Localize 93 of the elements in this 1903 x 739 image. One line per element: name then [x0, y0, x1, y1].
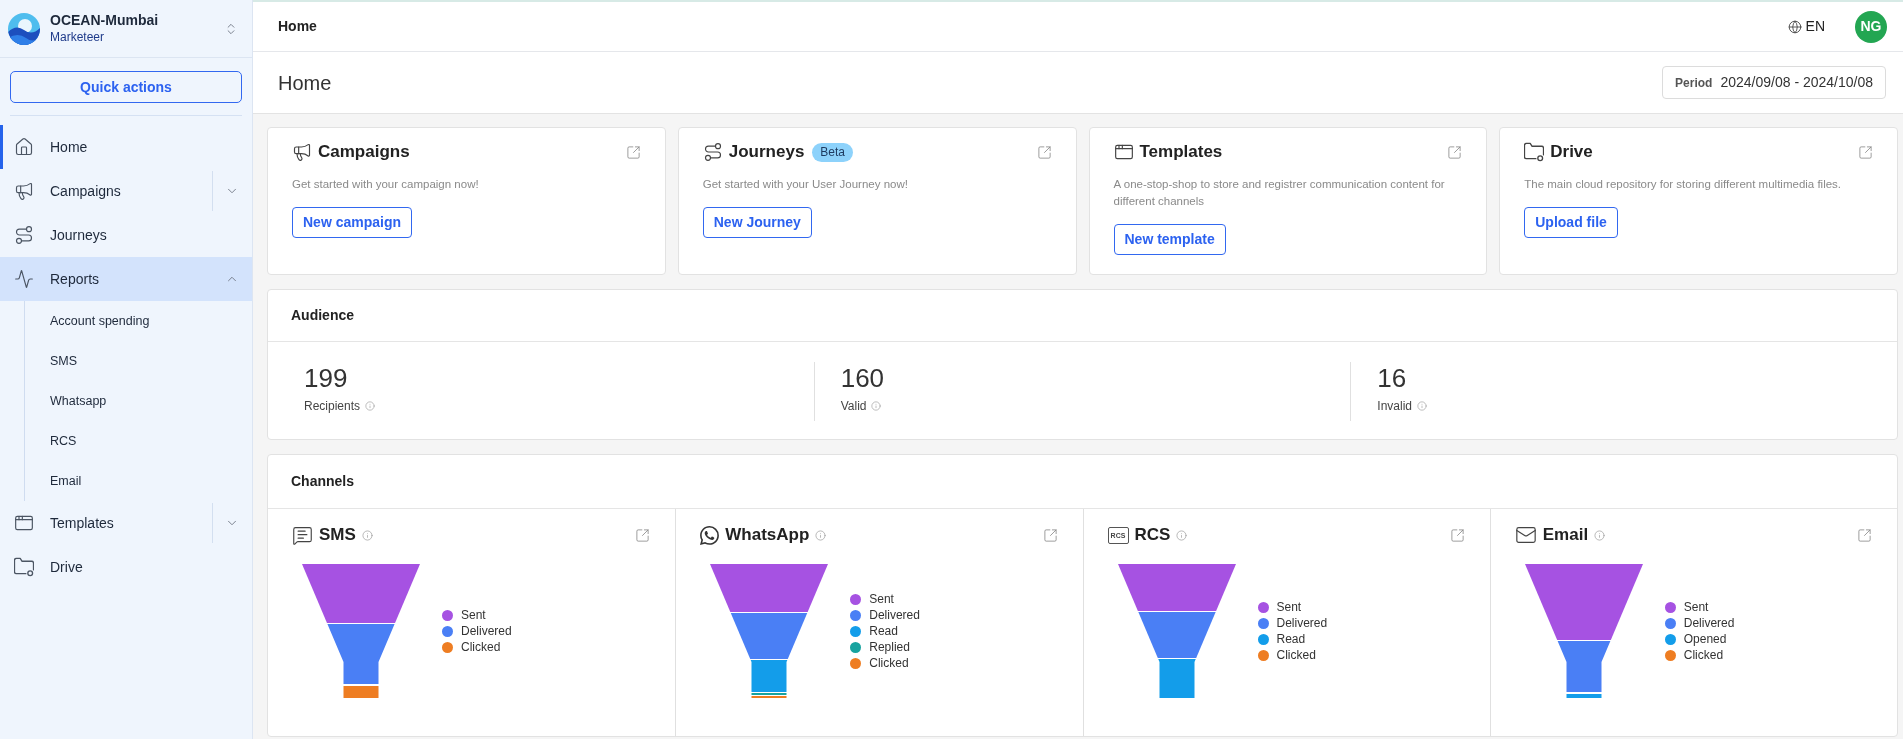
stat-value: 199 [304, 362, 348, 394]
nav-subitem[interactable]: Email [25, 461, 252, 501]
external-link-icon[interactable] [1449, 527, 1465, 543]
legend-label: Sent [461, 607, 486, 624]
nav-item[interactable]: Templates [0, 501, 252, 545]
section-title: Channels [291, 472, 354, 491]
action-button[interactable]: New campaign [292, 207, 413, 238]
external-link-icon[interactable] [1447, 144, 1463, 160]
folder-icon [1524, 142, 1545, 162]
info-icon [871, 401, 882, 411]
legend-label: Replied [869, 639, 910, 656]
card-title: Templates [1139, 141, 1223, 164]
legend-label: Sent [869, 591, 894, 608]
legend-label: Clicked [1683, 647, 1724, 664]
nav-subitem[interactable]: Account spending [25, 301, 252, 341]
route-icon [14, 225, 34, 245]
funnel-segment [1566, 694, 1602, 698]
period-picker[interactable]: Period 2024/09/08 - 2024/10/08 [1662, 66, 1886, 99]
phone-bubble-icon [700, 525, 720, 545]
info-icon [1417, 401, 1428, 411]
wave-logo [8, 12, 40, 45]
action-button[interactable]: New Journey [702, 207, 812, 238]
legend-label: Read [1276, 631, 1306, 648]
action-button[interactable]: New template [1113, 224, 1226, 255]
info-icon [1594, 529, 1606, 541]
card-description: A one-stop-shop to store and registrer communication content for different channels [1113, 177, 1446, 209]
legend-label: Delivered [1683, 615, 1735, 632]
stat-label: Invalid [1377, 398, 1413, 415]
period-label: Period [1675, 74, 1713, 92]
home-icon [14, 137, 34, 157]
card-description: The main cloud repository for storing different multimedia files. [1524, 177, 1843, 192]
funnel-segment [343, 686, 379, 698]
legend-label: Clicked [869, 655, 909, 672]
message-icon [292, 524, 313, 546]
legend-label: Clicked [461, 639, 501, 656]
route-icon [702, 142, 723, 162]
nav-item[interactable]: Reports [0, 257, 252, 301]
legend-label: Clicked [1276, 647, 1316, 664]
folder-icon [14, 557, 34, 577]
channel-title: RCS [1134, 524, 1171, 547]
legend-label: Read [869, 623, 898, 640]
legend-label: Opened [1683, 631, 1727, 648]
nav-subitem[interactable]: SMS [25, 341, 252, 381]
stat-label: Recipients [304, 398, 361, 415]
channel-title: WhatsApp [725, 524, 810, 547]
info-icon [815, 529, 827, 541]
card-description: Get started with your campaign now! [292, 177, 480, 192]
channel-title: Email [1542, 524, 1589, 547]
period-range: 2024/09/08 - 2024/10/08 [1720, 73, 1873, 92]
info-icon [365, 401, 376, 411]
channel-title: SMS [319, 524, 356, 547]
quick-actions-button[interactable]: Quick actions [10, 71, 242, 103]
section-title: Audience [291, 306, 354, 325]
window-icon [1113, 142, 1134, 162]
stat-value: 160 [840, 362, 885, 394]
nav-subitem[interactable]: Whatsapp [25, 381, 252, 421]
card-description: Get started with your User Journey now! [702, 177, 909, 192]
legend-label: Sent [1276, 599, 1302, 616]
card-title: Campaigns [318, 141, 410, 164]
external-link-icon[interactable] [635, 527, 651, 543]
nav-subitem[interactable]: RCS [25, 421, 252, 461]
pulse-icon [14, 269, 34, 289]
megaphone-icon [14, 181, 34, 201]
nav-item[interactable]: Campaigns [0, 169, 252, 213]
beta-tag: Beta [812, 142, 854, 162]
window-icon [14, 513, 34, 533]
external-link-icon[interactable] [1036, 144, 1052, 160]
organization-role: Marketeer [50, 28, 106, 46]
legend-label: Delivered [869, 607, 920, 624]
external-link-icon[interactable] [625, 144, 641, 160]
action-button[interactable]: Upload file [1524, 207, 1618, 238]
card-title: Drive [1550, 141, 1593, 164]
legend-label: Delivered [1276, 615, 1328, 632]
organization-name: OCEAN-Mumbai [50, 11, 159, 29]
megaphone-icon [292, 142, 312, 162]
external-link-icon[interactable] [1042, 527, 1058, 543]
mail-icon [1514, 524, 1537, 546]
nav-item[interactable]: Journeys [0, 213, 252, 257]
legend-label: Delivered [461, 623, 512, 640]
legend-label: Sent [1683, 599, 1709, 616]
stat-value: 16 [1377, 362, 1407, 394]
card-title: Journeys [728, 141, 805, 164]
page-title: Home [278, 70, 332, 96]
external-link-icon[interactable] [1858, 144, 1873, 160]
info-icon [1176, 529, 1188, 541]
nav-item[interactable]: Home [0, 125, 252, 169]
stat-label: Valid [840, 398, 867, 415]
language-selector[interactable]: EN [1787, 16, 1825, 37]
nav-item[interactable]: Drive [0, 545, 252, 589]
globe-icon [1787, 19, 1802, 34]
external-link-icon[interactable] [1857, 527, 1872, 543]
info-icon [361, 529, 373, 541]
topbar-title: Home [278, 17, 317, 36]
